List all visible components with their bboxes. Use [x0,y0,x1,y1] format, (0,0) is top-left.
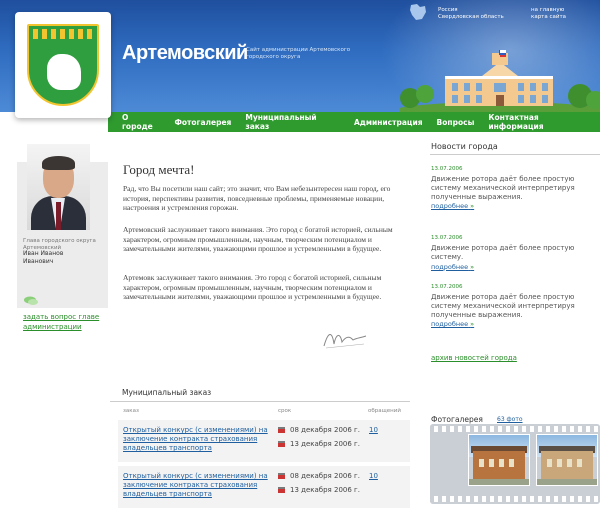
order-title-link[interactable]: Открытый конкурс (с изменениями) на закл… [123,472,273,499]
coat-of-arms-icon [27,24,99,106]
head-name: Иван Иванов Иванович [23,250,64,265]
news-date: 13.07.2006 [431,284,463,290]
head-portrait [27,144,90,230]
region-info: Россия Свердловская область [438,7,504,21]
speech-bubble-icon[interactable] [23,296,39,306]
main-content: Город мечта! Рад, что Вы посетили наш са… [110,132,410,510]
municipal-order-title: Муниципальный заказ [122,388,212,397]
news-date: 13.07.2006 [431,235,463,241]
order-date-start: 08 декабря 2006 г. [278,472,360,480]
column-header-term: срок [278,408,292,414]
ask-question-link[interactable]: задать вопрос главе администрации [23,312,103,332]
news-item: 13.07.2006 Движение ротора даёт более пр… [431,235,591,271]
nav-item-municipal-order[interactable]: Муниципальный заказ [238,113,347,131]
region-oblast: Свердловская область [438,14,504,20]
news-archive-link[interactable]: архив новостей города [431,354,517,362]
news-text: Движение ротора даёт более простую систе… [431,244,575,261]
nav-item-about-city[interactable]: О городе [108,113,167,131]
site-title: Артемовский [122,42,248,64]
top-links: на главную карта сайта [531,7,566,21]
order-requests-count[interactable]: 10 [369,472,378,480]
gallery-photo[interactable] [468,434,530,486]
intro-paragraph-3: Артемовк заслуживает такого внимания. Эт… [123,273,382,302]
nav-item-photogallery[interactable]: Фотогалерея [167,118,238,127]
news-text: Движение ротора даёт более простую систе… [431,175,575,201]
news-item: 13.07.2006 Движение ротора даёт более пр… [431,166,591,210]
sitemap-link[interactable]: карта сайта [531,14,566,21]
order-date-start: 08 декабря 2006 г. [278,426,360,434]
page-title: Город мечта! [123,162,195,177]
news-date: 13.07.2006 [431,166,463,172]
calendar-icon [278,441,285,447]
region-country: Россия [438,7,458,13]
arrow-right-icon: » [470,320,475,329]
intro-paragraph-2: Артемовский заслуживает такого внимания.… [123,225,393,254]
right-column: Новости города 13.07.2006 Движение ротор… [422,132,600,510]
gallery-title: Фотогалерея [431,415,483,424]
nav-item-administration[interactable]: Администрация [347,118,430,127]
table-row: Открытый конкурс (с изменениями) на закл… [118,420,410,462]
news-more-link[interactable]: подробнее » [431,263,591,271]
region-map-icon [408,3,428,21]
order-title-link[interactable]: Открытый конкурс (с изменениями) на закл… [123,426,273,453]
order-date-end: 13 декабря 2006 г. [278,440,360,448]
column-header-order: заказ [123,408,139,414]
news-item: 13.07.2006 Движение ротора даёт более пр… [431,284,591,328]
news-more-link[interactable]: подробнее » [431,320,591,328]
town-hall-illustration [400,50,600,112]
photo-filmstrip [430,424,600,504]
column-header-requests: обращений [368,408,401,414]
order-date-end: 13 декабря 2006 г. [278,486,360,494]
table-row: Открытый конкурс (с изменениями) на закл… [118,466,410,508]
news-more-link[interactable]: подробнее » [431,202,591,210]
gallery-count-link[interactable]: 63 фото [497,416,523,423]
intro-paragraph-1: Рад, что Вы посетили наш сайт; это значи… [123,184,391,213]
order-requests-count[interactable]: 10 [369,426,378,434]
calendar-icon [278,473,285,479]
home-link[interactable]: на главную [531,7,566,14]
nav-item-questions[interactable]: Вопросы [430,118,482,127]
main-navigation: О городе Фотогалерея Муниципальный заказ… [108,112,600,132]
left-column: Глава городского округа Артемовский Иван… [0,132,110,510]
calendar-icon [278,427,285,433]
coat-of-arms-logo[interactable] [15,12,111,118]
arrow-right-icon: » [470,262,475,271]
arrow-right-icon: » [470,202,475,211]
news-title: Новости города [431,142,498,151]
nav-item-contacts[interactable]: Контактная информация [481,113,600,131]
gallery-photo[interactable] [536,434,598,486]
news-text: Движение ротора даёт более простую систе… [431,293,575,319]
calendar-icon [278,487,285,493]
signature-image [323,334,367,349]
site-subtitle: Сайт администрации Артемовского городско… [246,47,351,60]
